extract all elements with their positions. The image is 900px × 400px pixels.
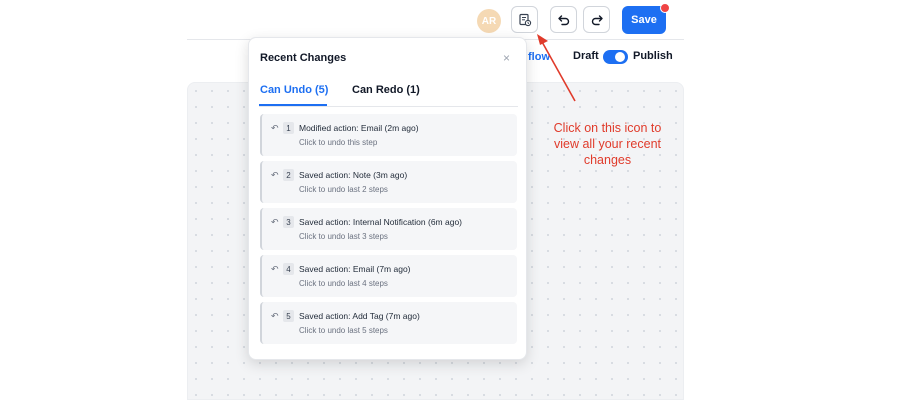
undo-icon: ↶ <box>271 311 279 321</box>
publish-toggle[interactable] <box>603 50 628 64</box>
list-item[interactable]: ↶ 3 Saved action: Internal Notification … <box>260 208 517 250</box>
publish-label: Publish <box>633 50 673 62</box>
step-number: 5 <box>283 310 294 322</box>
active-tab-indicator <box>259 104 327 106</box>
history-doc-icon <box>518 13 531 26</box>
undo-icon: ↶ <box>271 264 279 274</box>
list-item[interactable]: ↶ 1 Modified action: Email (2m ago) Clic… <box>260 114 517 156</box>
list-item[interactable]: ↶ 4 Saved action: Email (7m ago) Click t… <box>260 255 517 297</box>
undo-icon <box>557 14 569 25</box>
avatar[interactable]: AR <box>477 9 501 33</box>
item-subtitle: Click to undo this step <box>299 138 378 147</box>
item-title: Saved action: Email (7m ago) <box>299 264 411 274</box>
toggle-knob <box>615 52 625 62</box>
undo-button[interactable] <box>550 6 577 33</box>
save-button[interactable]: Save <box>622 6 666 34</box>
item-title: Saved action: Add Tag (7m ago) <box>299 311 420 321</box>
redo-icon <box>591 14 603 25</box>
list-item[interactable]: ↶ 5 Saved action: Add Tag (7m ago) Click… <box>260 302 517 344</box>
undo-icon: ↶ <box>271 170 279 180</box>
step-number: 2 <box>283 169 294 181</box>
workflow-link[interactable]: flow <box>528 51 550 63</box>
item-title: Saved action: Internal Notification (6m … <box>299 217 463 227</box>
notification-dot <box>660 3 670 13</box>
close-icon[interactable]: × <box>503 51 510 65</box>
tab-can-undo[interactable]: Can Undo (5) <box>260 84 328 96</box>
item-title: Saved action: Note (3m ago) <box>299 170 408 180</box>
popup-title: Recent Changes <box>260 52 347 64</box>
item-title: Modified action: Email (2m ago) <box>299 123 419 133</box>
top-toolbar: AR Save <box>0 0 900 40</box>
step-number: 3 <box>283 216 294 228</box>
popup-tabs: Can Undo (5) Can Redo (1) <box>259 84 518 107</box>
undo-icon: ↶ <box>271 123 279 133</box>
item-subtitle: Click to undo last 5 steps <box>299 326 388 335</box>
recent-changes-popup: Recent Changes × Can Undo (5) Can Redo (… <box>248 37 527 360</box>
item-subtitle: Click to undo last 3 steps <box>299 232 388 241</box>
tab-can-redo[interactable]: Can Redo (1) <box>352 84 420 96</box>
list-item[interactable]: ↶ 2 Saved action: Note (3m ago) Click to… <box>260 161 517 203</box>
annotation-text: Click on this icon to view all your rece… <box>553 121 662 167</box>
draft-label: Draft <box>573 50 599 62</box>
item-subtitle: Click to undo last 4 steps <box>299 279 388 288</box>
undo-icon: ↶ <box>271 217 279 227</box>
step-number: 1 <box>283 122 294 134</box>
recent-changes-button[interactable] <box>511 6 538 33</box>
step-number: 4 <box>283 263 294 275</box>
redo-button[interactable] <box>583 6 610 33</box>
item-subtitle: Click to undo last 2 steps <box>299 185 388 194</box>
